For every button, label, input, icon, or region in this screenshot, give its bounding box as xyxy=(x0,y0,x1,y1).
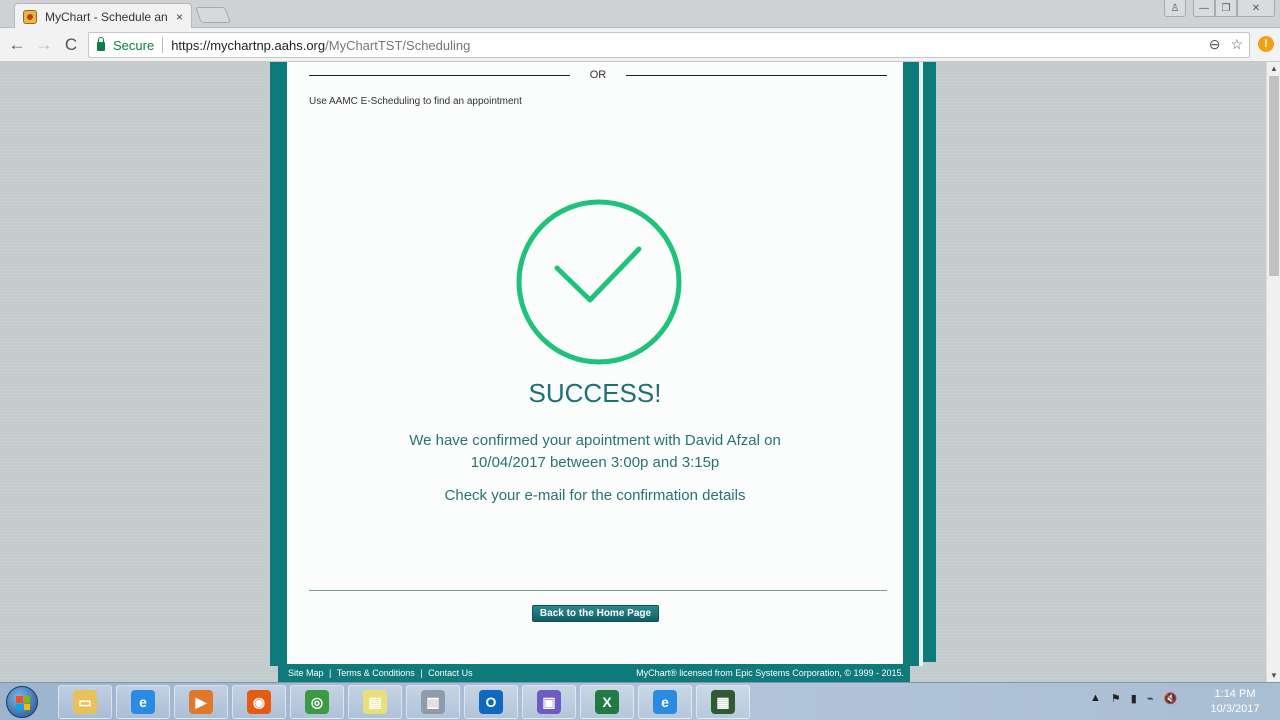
document-app-icon: ▥ xyxy=(421,690,445,714)
browser-tab-active[interactable]: MyChart - Schedule an Appointment × xyxy=(14,3,192,29)
profile-icon[interactable]: ♙ xyxy=(1164,0,1186,17)
scroll-up-arrow-icon[interactable]: ▲ xyxy=(1270,64,1278,73)
taskbar-item-internet-explorer[interactable]: e xyxy=(116,685,170,719)
clock-time: 1:14 PM xyxy=(1214,688,1256,700)
windows-logo-icon xyxy=(16,696,30,710)
network-signal-icon[interactable]: ▮ xyxy=(1131,692,1137,705)
taskbar-item-outlook[interactable]: O xyxy=(464,685,518,719)
system-clock[interactable]: 1:14 PM 10/3/2017 xyxy=(1200,687,1270,717)
new-tab-button[interactable] xyxy=(195,7,231,23)
browser-toolbar: ← → C Secure https://mychartnp.aahs.org … xyxy=(0,28,1280,62)
tab-title: MyChart - Schedule an Appointment xyxy=(45,9,170,24)
forward-arrow-icon[interactable]: → xyxy=(33,34,55,56)
footer-link-site-map[interactable]: Site Map xyxy=(288,668,324,678)
or-divider: OR xyxy=(309,68,887,82)
chrome-icon: ◎ xyxy=(305,690,329,714)
browser-titlebar: MyChart - Schedule an Appointment × ♙ — … xyxy=(0,0,1280,29)
file-explorer-icon: ▭ xyxy=(73,690,97,714)
confirmation-line-1: We have confirmed your apointment with D… xyxy=(409,432,781,449)
minimize-button[interactable]: — xyxy=(1193,0,1215,17)
outlook-icon: O xyxy=(479,690,503,714)
secure-label: Secure xyxy=(113,37,155,53)
taskbar-item-media-player[interactable]: ▶ xyxy=(174,685,228,719)
volume-muted-icon[interactable]: 🔇 xyxy=(1163,692,1177,705)
internet-explorer-2-icon: e xyxy=(653,690,677,714)
footer-link-contact[interactable]: Contact Us xyxy=(428,668,473,678)
taskbar-item-sticky-notes[interactable]: ▤ xyxy=(348,685,402,719)
bookmark-star-icon[interactable]: ☆ xyxy=(1230,36,1243,53)
url-path: /MyChartTST/Scheduling xyxy=(325,37,471,53)
reload-icon[interactable]: C xyxy=(60,34,82,56)
back-to-home-button[interactable]: Back to the Home Page xyxy=(532,605,659,622)
taskbar-item-document-app[interactable]: ▥ xyxy=(406,685,460,719)
taskbar-item-system-monitor[interactable]: ▦ xyxy=(696,685,750,719)
taskbar-item-excel[interactable]: X xyxy=(580,685,634,719)
internet-explorer-icon: e xyxy=(131,690,155,714)
firefox-icon: ◉ xyxy=(247,690,271,714)
excel-icon: X xyxy=(595,690,619,714)
taskbar-item-chrome[interactable]: ◎ xyxy=(290,685,344,719)
or-label: OR xyxy=(589,69,607,81)
close-window-button[interactable]: ✕ xyxy=(1237,0,1275,17)
scheduling-panel: OR Use AAMC E-Scheduling to find an appo… xyxy=(287,62,903,666)
taskbar-item-file-explorer[interactable]: ▭ xyxy=(58,685,112,719)
success-check-icon xyxy=(515,198,683,366)
address-bar[interactable]: Secure https://mychartnp.aahs.org /MyCha… xyxy=(88,32,1250,58)
system-monitor-icon: ▦ xyxy=(711,690,735,714)
clock-date: 10/3/2017 xyxy=(1210,703,1260,715)
page-frame-right-outer xyxy=(923,62,936,662)
confirmation-message: We have confirmed your apointment with D… xyxy=(287,430,903,474)
success-checkmark xyxy=(554,246,642,303)
page-footer: Site Map | Terms & Conditions | Contact … xyxy=(278,664,910,682)
page-scrollbar[interactable]: ▲ ▼ xyxy=(1266,62,1280,682)
email-note: Check your e-mail for the confirmation d… xyxy=(444,487,746,504)
url-host: https://mychartnp.aahs.org xyxy=(171,37,326,53)
mychart-favicon-icon xyxy=(23,9,37,24)
footer-links: Site Map | Terms & Conditions | Contact … xyxy=(288,668,473,678)
media-player-icon: ▶ xyxy=(189,690,213,714)
scroll-down-arrow-icon[interactable]: ▼ xyxy=(1270,671,1278,680)
success-title: SUCCESS! xyxy=(528,378,662,408)
action-center-flag-icon[interactable]: ⚑ xyxy=(1111,692,1121,705)
lock-icon xyxy=(97,37,105,51)
zoom-icon[interactable]: ⊖ xyxy=(1209,36,1221,53)
success-circle xyxy=(516,199,682,365)
windows-taskbar: ▭ e ▶ ◉ ◎ ▤ ▥ O ▣ Xe ▦ ▲ ⚑ ▮ ⌁ 🔇 1:14 PM 10/3/2017 xyxy=(0,682,1280,720)
taskbar-item-internet-explorer-2[interactable]: e xyxy=(638,685,692,719)
start-button[interactable] xyxy=(6,686,38,718)
taskbar-item-firefox[interactable]: ◉ xyxy=(232,685,286,719)
maximize-button[interactable]: ❐ xyxy=(1215,0,1237,17)
system-tray: ▲ ⚑ ▮ ⌁ 🔇 xyxy=(1090,692,1177,705)
address-separator xyxy=(162,37,164,53)
footer-separator: | xyxy=(420,668,423,678)
footer-separator: | xyxy=(329,668,332,678)
page-frame-right xyxy=(903,62,919,666)
tab-close-icon[interactable]: × xyxy=(176,10,183,24)
escheduling-text: Use AAMC E-Scheduling to find an appoint… xyxy=(309,96,522,107)
remote-desktop-icon: ▣ xyxy=(537,690,561,714)
footer-link-terms[interactable]: Terms & Conditions xyxy=(337,668,415,678)
footer-copyright: MyChart® licensed from Epic Systems Corp… xyxy=(636,668,904,678)
confirmation-line-2: 10/04/2017 between 3:00p and 3:15p xyxy=(470,454,720,471)
scrollbar-thumb[interactable] xyxy=(1269,76,1279,276)
back-arrow-icon[interactable]: ← xyxy=(6,34,28,56)
show-hidden-icons-icon[interactable]: ▲ xyxy=(1090,692,1101,705)
sticky-notes-icon: ▤ xyxy=(363,690,387,714)
page-frame-left xyxy=(270,62,287,666)
extension-alert-icon[interactable]: ! xyxy=(1258,36,1274,52)
or-line-left xyxy=(309,74,570,76)
content-divider xyxy=(309,590,887,591)
power-plug-icon[interactable]: ⌁ xyxy=(1147,692,1154,705)
taskbar-item-remote-desktop[interactable]: ▣ xyxy=(522,685,576,719)
or-line-right xyxy=(626,74,887,76)
